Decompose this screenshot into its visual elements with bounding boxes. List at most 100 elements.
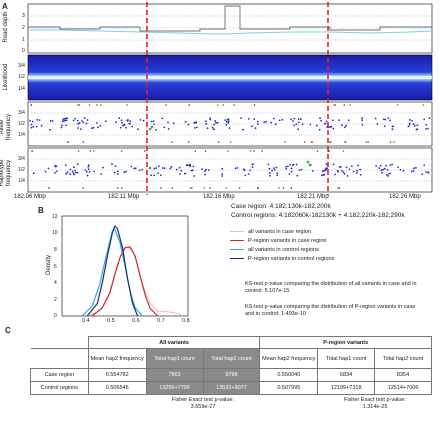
x-tick-182-06: 182.06 Mbp — [14, 194, 46, 200]
case-region-caption: Case region: 4:182,130k-182,200k — [231, 203, 331, 210]
variant-point — [116, 170, 119, 173]
edge-point — [187, 141, 190, 143]
edge-point — [261, 150, 263, 152]
variant-point — [295, 163, 298, 166]
edge-point — [217, 141, 220, 143]
variant-point — [251, 166, 254, 169]
variant-point — [227, 120, 230, 123]
case-all-hap1: 7863 — [145, 368, 204, 382]
edge-point — [233, 104, 235, 106]
variant-point — [30, 123, 33, 126]
variant-point — [425, 124, 428, 126]
variant-point — [274, 123, 277, 126]
fisher-p-note: Fisher Exact test p-value: 1.314e-25 — [320, 397, 430, 411]
variant-point — [54, 171, 56, 174]
variant-point — [299, 118, 302, 121]
edge-point — [77, 150, 80, 152]
variant-point — [425, 171, 427, 173]
variant-point — [221, 167, 224, 170]
variant-point — [352, 170, 355, 173]
variant-point — [51, 120, 54, 122]
variant-point — [85, 122, 88, 125]
density-chart — [61, 215, 189, 317]
variant-point — [30, 126, 33, 129]
variant-point — [153, 174, 156, 177]
variant-point — [385, 164, 387, 167]
variant-point — [117, 173, 119, 175]
density-ytick-8: 8 — [54, 247, 57, 253]
edge-point — [282, 187, 285, 189]
variant-point — [320, 119, 323, 122]
variant-point — [134, 167, 137, 170]
likelihood-heatmap-center-band — [28, 76, 432, 79]
edge-point — [316, 150, 319, 152]
variant-point — [194, 127, 196, 129]
variant-point — [428, 117, 431, 119]
edge-point — [144, 150, 146, 152]
edge-point — [82, 187, 84, 189]
variant-point — [285, 166, 287, 168]
control-all-mean: 0.506546 — [87, 381, 147, 395]
edge-point — [188, 104, 190, 106]
variant-point — [343, 173, 346, 175]
variant-point — [397, 166, 399, 169]
legend-label-all-case: all variants in case region — [248, 228, 312, 235]
variant-point — [311, 170, 314, 172]
variant-point — [427, 127, 429, 130]
variant-point — [269, 174, 271, 177]
variant-point — [161, 167, 164, 169]
edge-point — [227, 150, 229, 152]
edge-point — [96, 104, 98, 106]
table-row: Case region 0.554782 7863 9798 0.550040 … — [30, 368, 432, 382]
variant-point — [204, 173, 206, 176]
edge-point — [117, 187, 119, 189]
variant-point — [82, 121, 85, 124]
variant-point — [276, 174, 279, 177]
variant-point — [268, 167, 271, 170]
edge-point — [99, 104, 102, 106]
variant-point — [361, 117, 364, 120]
legend-item-p-case: P-region variants in case region — [230, 236, 435, 245]
variant-point — [157, 172, 160, 175]
variant-point — [350, 165, 353, 168]
allele-frequency-label: Allele frequency — [0, 113, 12, 141]
variant-point — [36, 118, 39, 121]
ks-test-p-note: KS-test p-value comparing the distributi… — [245, 304, 416, 317]
variant-point — [157, 165, 160, 168]
variant-point — [402, 169, 405, 172]
allele-tick-12: 1/2 — [18, 121, 25, 127]
table-corner-2 — [30, 348, 89, 369]
variant-point — [281, 118, 284, 121]
edge-point — [257, 187, 260, 189]
variant-point — [411, 119, 413, 122]
density-ytick-2: 2 — [54, 297, 57, 303]
legend-item-all-case: all variants in case region — [230, 227, 435, 236]
variant-point — [292, 163, 295, 166]
variant-point — [119, 126, 122, 129]
variant-point — [243, 169, 246, 172]
variant-point — [221, 173, 224, 176]
read-depth-tick-3: 3 — [22, 13, 25, 19]
density-legend: all variants in case region P-region var… — [230, 227, 435, 263]
variant-point — [271, 169, 273, 172]
variant-point — [334, 173, 336, 176]
variant-point — [31, 120, 34, 123]
variant-point — [331, 119, 334, 122]
legend-swatch-p-case — [230, 240, 244, 241]
variant-point — [265, 120, 267, 123]
edge-point — [253, 150, 255, 152]
variant-point — [150, 120, 153, 123]
variant-point — [88, 171, 91, 173]
variant-point — [326, 167, 328, 170]
variant-point — [69, 173, 71, 176]
variant-point — [214, 120, 217, 122]
variant-point — [123, 171, 126, 174]
variant-point — [137, 128, 140, 131]
variant-point — [378, 167, 381, 170]
variant-point — [150, 174, 153, 177]
variant-point — [204, 120, 207, 123]
edge-point — [222, 104, 224, 106]
density-axis-label: Density — [46, 255, 52, 276]
variant-point — [325, 120, 328, 123]
edge-point — [249, 150, 252, 152]
